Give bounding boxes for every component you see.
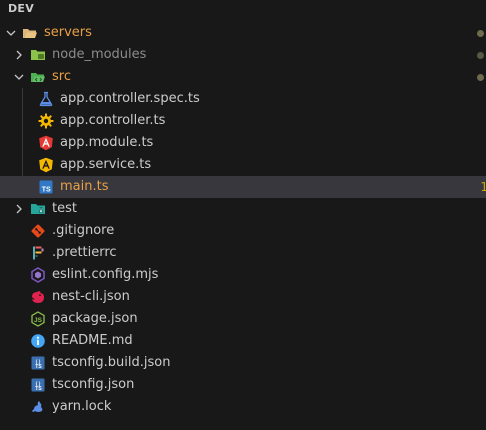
tree-file-eslint-config[interactable]: eslint.config.mjs bbox=[0, 264, 486, 286]
yarn-icon bbox=[30, 399, 46, 415]
tree-file-package-json[interactable]: JS package.json bbox=[0, 308, 486, 330]
nodejs-icon: JS bbox=[30, 311, 46, 327]
angular-icon bbox=[38, 135, 54, 151]
tree-file-app-module[interactable]: app.module.ts bbox=[0, 132, 486, 154]
chevron-down-icon[interactable] bbox=[14, 72, 24, 82]
flask-icon bbox=[38, 91, 54, 107]
tree-file-yarn-lock[interactable]: yarn.lock bbox=[0, 396, 486, 418]
tree-item-label: tsconfig.json bbox=[52, 377, 135, 392]
svg-text:JS: JS bbox=[34, 317, 43, 324]
chevron-right-icon[interactable] bbox=[14, 50, 24, 60]
tree-item-label: app.service.ts bbox=[60, 157, 152, 172]
tree-item-label: .prettierrc bbox=[52, 245, 117, 260]
tree-item-label: .gitignore bbox=[52, 223, 115, 238]
problem-count-badge: 1 bbox=[480, 180, 486, 194]
tree-item-label: eslint.config.mjs bbox=[52, 267, 159, 282]
modified-dot bbox=[477, 30, 484, 37]
angular-warning-icon bbox=[38, 157, 54, 173]
info-icon bbox=[30, 333, 46, 349]
folder-green-icon bbox=[30, 47, 46, 63]
folder-test-icon bbox=[30, 201, 46, 217]
nest-icon bbox=[30, 289, 46, 305]
tree-file-gitignore[interactable]: .gitignore bbox=[0, 220, 486, 242]
tree-folder-node-modules[interactable]: node_modules bbox=[0, 44, 486, 66]
tree-item-label: test bbox=[52, 201, 77, 216]
file-explorer: DEV servers node_modules src app.control… bbox=[0, 0, 486, 430]
modified-dot bbox=[477, 52, 484, 59]
tree-folder-servers[interactable]: servers bbox=[0, 22, 486, 44]
explorer-header: DEV bbox=[8, 2, 35, 15]
tree-item-label: nest-cli.json bbox=[52, 289, 130, 304]
tree-item-label: yarn.lock bbox=[52, 399, 112, 414]
tree-file-app-controller[interactable]: app.controller.ts bbox=[0, 110, 486, 132]
tree-item-label: app.controller.spec.ts bbox=[60, 91, 200, 106]
modified-dot bbox=[477, 74, 484, 81]
tree-item-label: package.json bbox=[52, 311, 138, 326]
svg-text:TS: TS bbox=[42, 186, 51, 193]
tree-file-tsconfig[interactable]: { } TS tsconfig.json bbox=[0, 374, 486, 396]
tree-item-label: app.controller.ts bbox=[60, 113, 166, 128]
chevron-right-icon[interactable] bbox=[14, 204, 24, 214]
git-icon bbox=[30, 223, 46, 239]
tsconfig-icon: { } TS bbox=[30, 355, 46, 371]
prettier-icon bbox=[30, 245, 46, 261]
tree-item-label: node_modules bbox=[52, 47, 147, 62]
svg-text:TS: TS bbox=[35, 364, 42, 370]
tree-item-label: app.module.ts bbox=[60, 135, 154, 150]
tree-file-prettierrc[interactable]: .prettierrc bbox=[0, 242, 486, 264]
tsconfig-icon: { } TS bbox=[30, 377, 46, 393]
tree-item-label: main.ts bbox=[60, 179, 109, 194]
tree-folder-src[interactable]: src bbox=[0, 66, 486, 88]
tree-file-readme[interactable]: README.md bbox=[0, 330, 486, 352]
eslint-icon bbox=[30, 267, 46, 283]
svg-text:TS: TS bbox=[35, 386, 42, 392]
tree-file-app-controller-spec[interactable]: app.controller.spec.ts bbox=[0, 88, 486, 110]
folder-src-open-icon bbox=[30, 69, 46, 85]
chevron-down-icon[interactable] bbox=[6, 28, 16, 38]
tree-folder-test[interactable]: test bbox=[0, 198, 486, 220]
tree-item-label: tsconfig.build.json bbox=[52, 355, 171, 370]
typescript-icon: TS bbox=[38, 179, 54, 195]
tree-file-tsconfig-build[interactable]: { } TS tsconfig.build.json bbox=[0, 352, 486, 374]
tree-item-label: servers bbox=[44, 25, 92, 40]
folder-open-icon bbox=[22, 25, 38, 41]
tree-file-app-service[interactable]: app.service.ts bbox=[0, 154, 486, 176]
tree-item-label: README.md bbox=[52, 333, 133, 348]
tree-file-main[interactable]: TS main.ts 1 bbox=[0, 176, 486, 198]
gear-icon bbox=[38, 113, 54, 129]
tree-file-nest-cli[interactable]: nest-cli.json bbox=[0, 286, 486, 308]
tree-item-label: src bbox=[52, 69, 71, 84]
